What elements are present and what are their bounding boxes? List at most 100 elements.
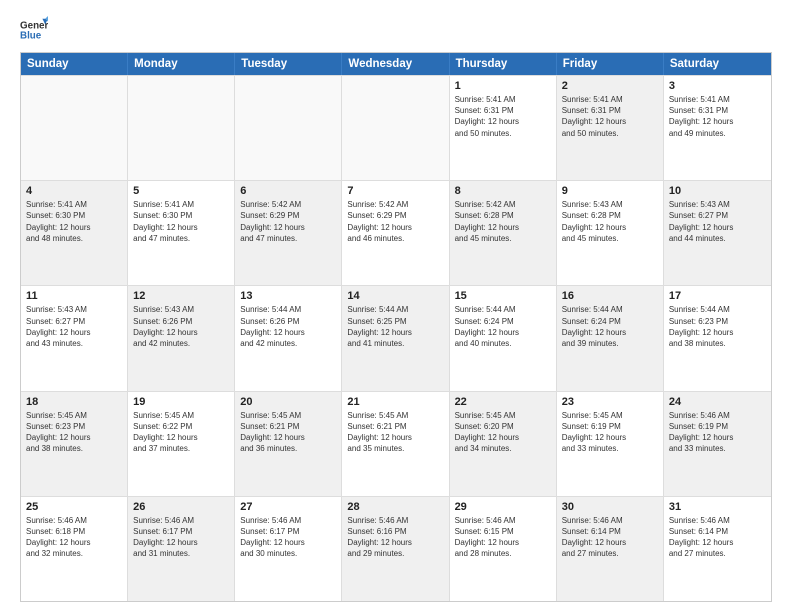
day-cell-6: 6 Sunrise: 5:42 AM Sunset: 6:29 PM Daylig… (235, 181, 342, 285)
day-info: Sunrise: 5:46 AM Sunset: 6:14 PM Dayligh… (562, 515, 658, 560)
empty-cell (342, 76, 449, 180)
day-info: Sunrise: 5:45 AM Sunset: 6:20 PM Dayligh… (455, 410, 551, 455)
day-cell-2: 2 Sunrise: 5:41 AM Sunset: 6:31 PM Daylig… (557, 76, 664, 180)
day-cell-24: 24 Sunrise: 5:46 AM Sunset: 6:19 PM Dayli… (664, 392, 771, 496)
day-number: 14 (347, 290, 443, 302)
calendar: SundayMondayTuesdayWednesdayThursdayFrid… (20, 52, 772, 602)
day-number: 9 (562, 185, 658, 197)
day-cell-27: 27 Sunrise: 5:46 AM Sunset: 6:17 PM Dayli… (235, 497, 342, 601)
logo-icon: General Blue (20, 16, 48, 44)
day-info: Sunrise: 5:44 AM Sunset: 6:24 PM Dayligh… (562, 304, 658, 349)
day-number: 12 (133, 290, 229, 302)
day-info: Sunrise: 5:46 AM Sunset: 6:17 PM Dayligh… (133, 515, 229, 560)
day-number: 30 (562, 501, 658, 513)
day-cell-29: 29 Sunrise: 5:46 AM Sunset: 6:15 PM Dayli… (450, 497, 557, 601)
day-number: 29 (455, 501, 551, 513)
empty-cell (21, 76, 128, 180)
empty-cell (128, 76, 235, 180)
logo: General Blue (20, 16, 48, 44)
day-cell-23: 23 Sunrise: 5:45 AM Sunset: 6:19 PM Dayli… (557, 392, 664, 496)
day-cell-18: 18 Sunrise: 5:45 AM Sunset: 6:23 PM Dayli… (21, 392, 128, 496)
weekday-header-friday: Friday (557, 53, 664, 75)
day-cell-12: 12Sunrise: 5:43 AM Sunset: 6:26 PM Dayli… (128, 286, 235, 390)
weekday-header-wednesday: Wednesday (342, 53, 449, 75)
day-cell-9: 9 Sunrise: 5:43 AM Sunset: 6:28 PM Daylig… (557, 181, 664, 285)
day-number: 17 (669, 290, 766, 302)
day-number: 13 (240, 290, 336, 302)
day-info: Sunrise: 5:45 AM Sunset: 6:23 PM Dayligh… (26, 410, 122, 455)
day-cell-26: 26Sunrise: 5:46 AM Sunset: 6:17 PM Dayli… (128, 497, 235, 601)
day-cell-16: 16 Sunrise: 5:44 AM Sunset: 6:24 PM Dayli… (557, 286, 664, 390)
day-number: 21 (347, 396, 443, 408)
day-cell-21: 21 Sunrise: 5:45 AM Sunset: 6:21 PM Dayli… (342, 392, 449, 496)
day-number: 22 (455, 396, 551, 408)
day-info: Sunrise: 5:46 AM Sunset: 6:15 PM Dayligh… (455, 515, 551, 560)
day-cell-28: 28 Sunrise: 5:46 AM Sunset: 6:16 PM Dayli… (342, 497, 449, 601)
day-info: Sunrise: 5:43 AM Sunset: 6:27 PM Dayligh… (669, 199, 766, 244)
weekday-header-saturday: Saturday (664, 53, 771, 75)
day-info: Sunrise: 5:45 AM Sunset: 6:21 PM Dayligh… (240, 410, 336, 455)
day-cell-14: 14Sunrise: 5:44 AM Sunset: 6:25 PM Dayli… (342, 286, 449, 390)
day-cell-11: 11 Sunrise: 5:43 AM Sunset: 6:27 PM Dayli… (21, 286, 128, 390)
calendar-row-5: 25 Sunrise: 5:46 AM Sunset: 6:18 PM Dayli… (21, 496, 771, 601)
day-info: Sunrise: 5:45 AM Sunset: 6:21 PM Dayligh… (347, 410, 443, 455)
day-cell-30: 30 Sunrise: 5:46 AM Sunset: 6:14 PM Dayli… (557, 497, 664, 601)
day-cell-15: 15Sunrise: 5:44 AM Sunset: 6:24 PM Dayli… (450, 286, 557, 390)
calendar-body: 1 Sunrise: 5:41 AM Sunset: 6:31 PM Daylig… (21, 75, 771, 601)
day-number: 25 (26, 501, 122, 513)
calendar-row-2: 4 Sunrise: 5:41 AM Sunset: 6:30 PM Daylig… (21, 180, 771, 285)
day-info: Sunrise: 5:46 AM Sunset: 6:14 PM Dayligh… (669, 515, 766, 560)
day-cell-19: 19 Sunrise: 5:45 AM Sunset: 6:22 PM Dayli… (128, 392, 235, 496)
day-info: Sunrise: 5:42 AM Sunset: 6:29 PM Dayligh… (240, 199, 336, 244)
day-number: 6 (240, 185, 336, 197)
day-info: Sunrise: 5:41 AM Sunset: 6:30 PM Dayligh… (133, 199, 229, 244)
day-number: 19 (133, 396, 229, 408)
calendar-row-4: 18 Sunrise: 5:45 AM Sunset: 6:23 PM Dayli… (21, 391, 771, 496)
day-info: Sunrise: 5:43 AM Sunset: 6:28 PM Dayligh… (562, 199, 658, 244)
day-info: Sunrise: 5:44 AM Sunset: 6:24 PM Dayligh… (455, 304, 551, 349)
day-info: Sunrise: 5:45 AM Sunset: 6:19 PM Dayligh… (562, 410, 658, 455)
day-info: Sunrise: 5:42 AM Sunset: 6:29 PM Dayligh… (347, 199, 443, 244)
day-number: 8 (455, 185, 551, 197)
day-cell-1: 1Sunrise: 5:41 AM Sunset: 6:31 PM Daylig… (450, 76, 557, 180)
day-info: Sunrise: 5:46 AM Sunset: 6:17 PM Dayligh… (240, 515, 336, 560)
empty-cell (235, 76, 342, 180)
day-number: 31 (669, 501, 766, 513)
day-info: Sunrise: 5:42 AM Sunset: 6:28 PM Dayligh… (455, 199, 551, 244)
day-number: 2 (562, 80, 658, 92)
weekday-header-tuesday: Tuesday (235, 53, 342, 75)
day-info: Sunrise: 5:41 AM Sunset: 6:31 PM Dayligh… (562, 94, 658, 139)
day-number: 16 (562, 290, 658, 302)
day-info: Sunrise: 5:46 AM Sunset: 6:18 PM Dayligh… (26, 515, 122, 560)
day-cell-7: 7 Sunrise: 5:42 AM Sunset: 6:29 PM Daylig… (342, 181, 449, 285)
day-number: 10 (669, 185, 766, 197)
day-number: 20 (240, 396, 336, 408)
day-info: Sunrise: 5:46 AM Sunset: 6:16 PM Dayligh… (347, 515, 443, 560)
day-cell-13: 13 Sunrise: 5:44 AM Sunset: 6:26 PM Dayli… (235, 286, 342, 390)
day-info: Sunrise: 5:45 AM Sunset: 6:22 PM Dayligh… (133, 410, 229, 455)
weekday-header-monday: Monday (128, 53, 235, 75)
calendar-row-3: 11 Sunrise: 5:43 AM Sunset: 6:27 PM Dayli… (21, 285, 771, 390)
day-info: Sunrise: 5:44 AM Sunset: 6:26 PM Dayligh… (240, 304, 336, 349)
day-number: 11 (26, 290, 122, 302)
day-info: Sunrise: 5:41 AM Sunset: 6:31 PM Dayligh… (669, 94, 766, 139)
day-number: 23 (562, 396, 658, 408)
day-number: 28 (347, 501, 443, 513)
day-cell-8: 8 Sunrise: 5:42 AM Sunset: 6:28 PM Daylig… (450, 181, 557, 285)
calendar-row-1: 1 Sunrise: 5:41 AM Sunset: 6:31 PM Daylig… (21, 75, 771, 180)
day-number: 4 (26, 185, 122, 197)
day-number: 27 (240, 501, 336, 513)
page-header: General Blue (20, 16, 772, 44)
day-cell-20: 20 Sunrise: 5:45 AM Sunset: 6:21 PM Dayli… (235, 392, 342, 496)
day-info: Sunrise: 5:46 AM Sunset: 6:19 PM Dayligh… (669, 410, 766, 455)
day-info: Sunrise: 5:43 AM Sunset: 6:27 PM Dayligh… (26, 304, 122, 349)
day-number: 24 (669, 396, 766, 408)
day-number: 18 (26, 396, 122, 408)
day-number: 1 (455, 80, 551, 92)
day-info: Sunrise: 5:44 AM Sunset: 6:23 PM Dayligh… (669, 304, 766, 349)
day-cell-10: 10 Sunrise: 5:43 AM Sunset: 6:27 PM Dayli… (664, 181, 771, 285)
day-cell-4: 4 Sunrise: 5:41 AM Sunset: 6:30 PM Daylig… (21, 181, 128, 285)
weekday-header-sunday: Sunday (21, 53, 128, 75)
day-info: Sunrise: 5:41 AM Sunset: 6:30 PM Dayligh… (26, 199, 122, 244)
day-number: 7 (347, 185, 443, 197)
